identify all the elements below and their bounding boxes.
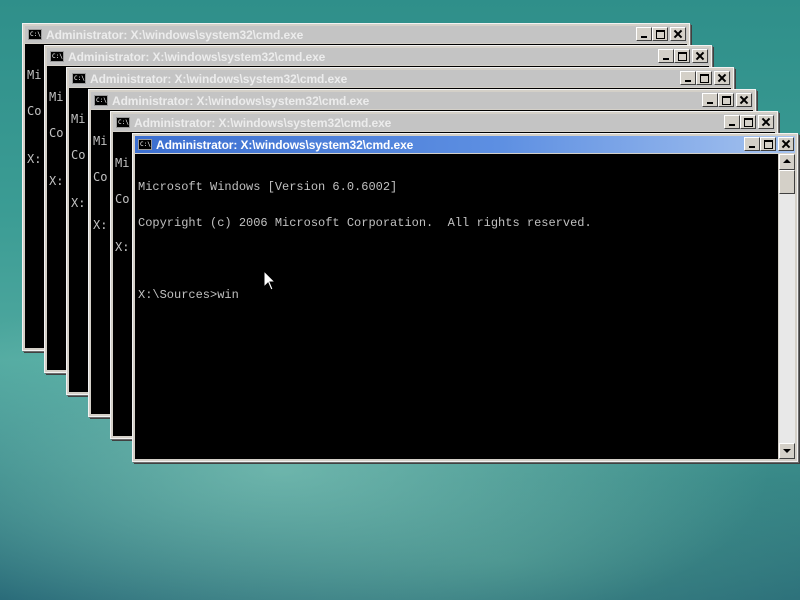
close-button[interactable] — [692, 49, 708, 63]
close-button[interactable] — [714, 71, 730, 85]
cmd-window-active[interactable]: C:\ Administrator: X:\windows\system32\c… — [132, 133, 798, 462]
window-title: Administrator: X:\windows\system32\cmd.e… — [112, 93, 370, 108]
title-bar[interactable]: C:\ Administrator: X:\windows\system32\c… — [47, 48, 709, 65]
minimize-button[interactable] — [744, 137, 760, 151]
close-button[interactable] — [758, 115, 774, 129]
window-title: Administrator: X:\windows\system32\cmd.e… — [134, 115, 392, 130]
minimize-button[interactable] — [636, 27, 652, 41]
cmd-icon[interactable]: C:\ — [94, 95, 108, 106]
title-bar[interactable]: C:\ Administrator: X:\windows\system32\c… — [25, 26, 687, 43]
cmd-icon[interactable]: C:\ — [138, 139, 152, 150]
minimize-button[interactable] — [724, 115, 740, 129]
cmd-icon[interactable]: C:\ — [72, 73, 86, 84]
vertical-scrollbar[interactable] — [779, 154, 795, 459]
title-bar[interactable]: C:\ Administrator: X:\windows\system32\c… — [113, 114, 775, 131]
scroll-thumb[interactable] — [779, 170, 795, 194]
window-title: Administrator: X:\windows\system32\cmd.e… — [68, 49, 326, 64]
console-line: Microsoft Windows [Version 6.0.6002] — [138, 180, 398, 194]
scroll-up-button[interactable] — [779, 154, 795, 170]
maximize-button[interactable] — [696, 71, 712, 85]
maximize-button[interactable] — [740, 115, 756, 129]
cmd-icon[interactable]: C:\ — [28, 29, 42, 40]
maximize-button[interactable] — [760, 137, 776, 151]
window-title: Administrator: X:\windows\system32\cmd.e… — [90, 71, 348, 86]
window-title: Administrator: X:\windows\system32\cmd.e… — [156, 137, 414, 152]
minimize-button[interactable] — [680, 71, 696, 85]
window-title: Administrator: X:\windows\system32\cmd.e… — [46, 27, 304, 42]
console-area[interactable]: Microsoft Windows [Version 6.0.6002] Cop… — [135, 154, 778, 459]
cmd-icon[interactable]: C:\ — [116, 117, 130, 128]
minimize-button[interactable] — [658, 49, 674, 63]
title-bar[interactable]: C:\ Administrator: X:\windows\system32\c… — [69, 70, 731, 87]
close-button[interactable] — [670, 27, 686, 41]
scroll-down-button[interactable] — [779, 443, 795, 459]
mouse-pointer-icon — [263, 270, 277, 291]
title-bar[interactable]: C:\ Administrator: X:\windows\system32\c… — [135, 136, 795, 153]
console-output: Microsoft Windows [Version 6.0.6002] Cop… — [138, 157, 592, 325]
close-button[interactable] — [778, 137, 794, 151]
maximize-button[interactable] — [674, 49, 690, 63]
maximize-button[interactable] — [652, 27, 668, 41]
console-line: Copyright (c) 2006 Microsoft Corporation… — [138, 216, 592, 230]
command-prompt-line[interactable]: X:\Sources>win — [138, 289, 592, 301]
maximize-button[interactable] — [718, 93, 734, 107]
close-button[interactable] — [736, 93, 752, 107]
minimize-button[interactable] — [702, 93, 718, 107]
title-bar[interactable]: C:\ Administrator: X:\windows\system32\c… — [91, 92, 753, 109]
cmd-icon[interactable]: C:\ — [50, 51, 64, 62]
